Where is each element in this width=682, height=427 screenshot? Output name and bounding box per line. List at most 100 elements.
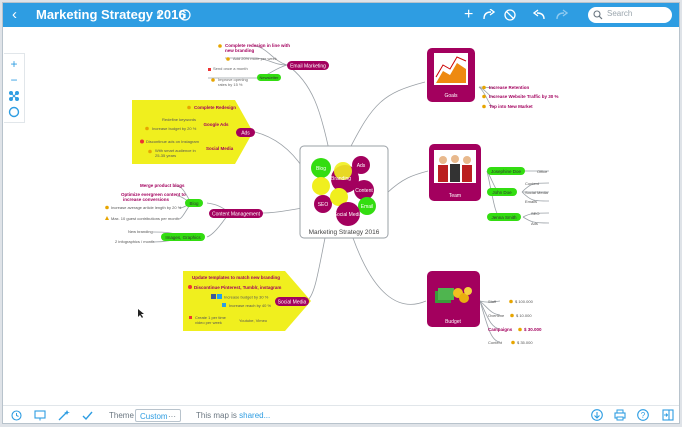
team-member[interactable]: John Doe <box>492 190 512 195</box>
block-icon[interactable] <box>504 9 516 21</box>
share-link[interactable]: shared... <box>239 411 270 420</box>
content-item: New branding <box>128 229 153 234</box>
center-bubble-label: Branding <box>331 176 351 182</box>
thumb-icon <box>482 85 486 90</box>
theme-select[interactable]: Custom ··· <box>135 409 181 422</box>
mouse-cursor-icon <box>138 309 144 318</box>
share-status-text: This map is <box>196 411 240 420</box>
thumb-icon <box>187 105 191 110</box>
team-branch[interactable]: Team Josephine Doe John Doe Jenna Smith … <box>429 144 549 226</box>
content-item: Max. 10 guest contributions per month <box>111 216 179 221</box>
ads-branch[interactable]: Ads Complete Redesign Redefine keywords … <box>132 100 255 164</box>
thumb-icon <box>105 205 109 210</box>
thumb-icon <box>482 104 486 109</box>
team-role: Ads <box>531 221 538 226</box>
goals-label: Goals <box>444 93 458 99</box>
budget-item: Staff <box>488 299 497 304</box>
ads-item: Redefine keywords <box>162 117 196 122</box>
twitter-icon <box>217 294 222 299</box>
download-icon[interactable] <box>591 409 603 421</box>
budget-value: $ 30.000 <box>524 327 542 332</box>
zoom-in-icon[interactable]: + <box>8 58 20 70</box>
thumb-icon <box>518 327 522 332</box>
back-chevron-icon[interactable]: ‹ <box>12 3 17 27</box>
team-role: Office <box>537 169 548 174</box>
add-icon[interactable]: + <box>464 3 473 27</box>
mindmap-svg[interactable]: Blog Ads Branding Content SEO Email Soci… <box>3 27 679 405</box>
arrange-icon[interactable] <box>8 90 20 102</box>
ads-label: Ads <box>241 131 250 137</box>
map-title[interactable]: Marketing Strategy 2016 <box>36 3 186 27</box>
central-topic[interactable]: Blog Ads Branding Content SEO Email Soci… <box>299 145 389 239</box>
presentation-icon[interactable] <box>34 410 46 421</box>
center-bubble-label: Email <box>361 204 374 210</box>
content-management-label: Content Management <box>212 212 261 218</box>
warning-icon <box>105 216 109 220</box>
email-marketing-branch[interactable]: Email Marketing Complete redesign in lin… <box>208 43 329 87</box>
center-bubble-yellow-2 <box>312 177 330 195</box>
social-item: Update templates to match new branding <box>192 275 280 280</box>
mindmap-canvas[interactable]: Blog Ads Branding Content SEO Email Soci… <box>3 27 679 405</box>
ads-item: Complete Redesign <box>194 105 236 110</box>
sidebar-icon[interactable] <box>662 409 674 421</box>
goals-item: Top into New Market <box>489 104 533 109</box>
magic-icon[interactable] <box>58 410 70 421</box>
help-icon[interactable]: ? <box>637 409 649 421</box>
theme-more-icon[interactable]: ··· <box>168 410 176 423</box>
content-item: Merge product blogs <box>140 183 185 188</box>
team-role: Emails <box>525 199 537 204</box>
center-bubble-label: SEO <box>318 202 329 208</box>
ads-item: Increase budget by 20 % <box>152 126 197 131</box>
svg-text:?: ? <box>641 411 646 420</box>
goals-branch[interactable]: Goals Increase Retention Increase Websit… <box>427 48 558 109</box>
budget-branch[interactable]: Budget Staff Overtime Campaigns Content … <box>427 271 542 345</box>
content-item: increase conversions <box>123 197 170 202</box>
calendar-icon <box>189 316 192 319</box>
undo-icon[interactable] <box>533 9 546 21</box>
newsletter-label: Newsletter <box>260 75 280 80</box>
check-icon[interactable] <box>82 410 93 421</box>
thumb-icon <box>511 340 515 345</box>
print-icon[interactable] <box>614 409 626 421</box>
social-item: Discontinue Pinterest, Tumblr, instagram <box>194 285 281 290</box>
history-icon[interactable] <box>11 410 22 421</box>
center-bubble-label: Ads <box>357 163 366 169</box>
email-item: new branding <box>225 48 255 53</box>
social-media-branch[interactable]: Social Media Update templates to match n… <box>183 271 311 331</box>
linkedin-icon <box>222 303 226 307</box>
ads-item: Discontinue ads on Instagram <box>146 139 200 144</box>
social-item: Increase budget by 30 % <box>224 295 269 300</box>
title-dropdown-icon[interactable]: ⇕ <box>155 3 163 27</box>
search-icon <box>593 10 603 20</box>
social-item: video per week <box>195 320 222 325</box>
thumb-icon <box>218 44 222 48</box>
budget-item: Overtime <box>488 313 505 318</box>
social-media-label: Social Media <box>278 300 307 306</box>
team-member[interactable]: Jenna Smith <box>491 215 517 220</box>
blog-label: Blog <box>189 201 199 206</box>
center-icon[interactable] <box>8 106 20 118</box>
search-input[interactable]: Search <box>588 7 672 23</box>
central-topic-label: Marketing Strategy 2016 <box>309 229 380 236</box>
budget-label: Budget <box>445 319 461 325</box>
stop-icon <box>188 285 192 289</box>
social-media-ads-label: Social Media <box>206 146 234 151</box>
redo-branch-icon[interactable] <box>482 9 495 21</box>
redo-icon[interactable] <box>555 9 568 21</box>
email-item: Send once a month <box>213 66 248 71</box>
thumb-icon <box>148 149 152 154</box>
center-bubble-label: Social Media <box>334 212 363 218</box>
budget-item: Content <box>488 340 503 345</box>
team-role: SEO <box>531 211 539 216</box>
ads-item: 25-35 years <box>155 153 176 158</box>
thumb-icon <box>510 313 514 318</box>
thumb-icon <box>145 126 149 131</box>
budget-item: Campaigns <box>488 327 513 332</box>
calendar-icon <box>208 68 211 71</box>
zoom-out-icon[interactable]: − <box>8 74 20 86</box>
thumb-icon <box>482 94 486 99</box>
social-item: Increase reach by 40 % <box>229 303 271 308</box>
center-bubble-label: Blog <box>316 166 326 172</box>
info-icon[interactable] <box>179 9 191 21</box>
team-member[interactable]: Josephine Doe <box>491 169 522 174</box>
